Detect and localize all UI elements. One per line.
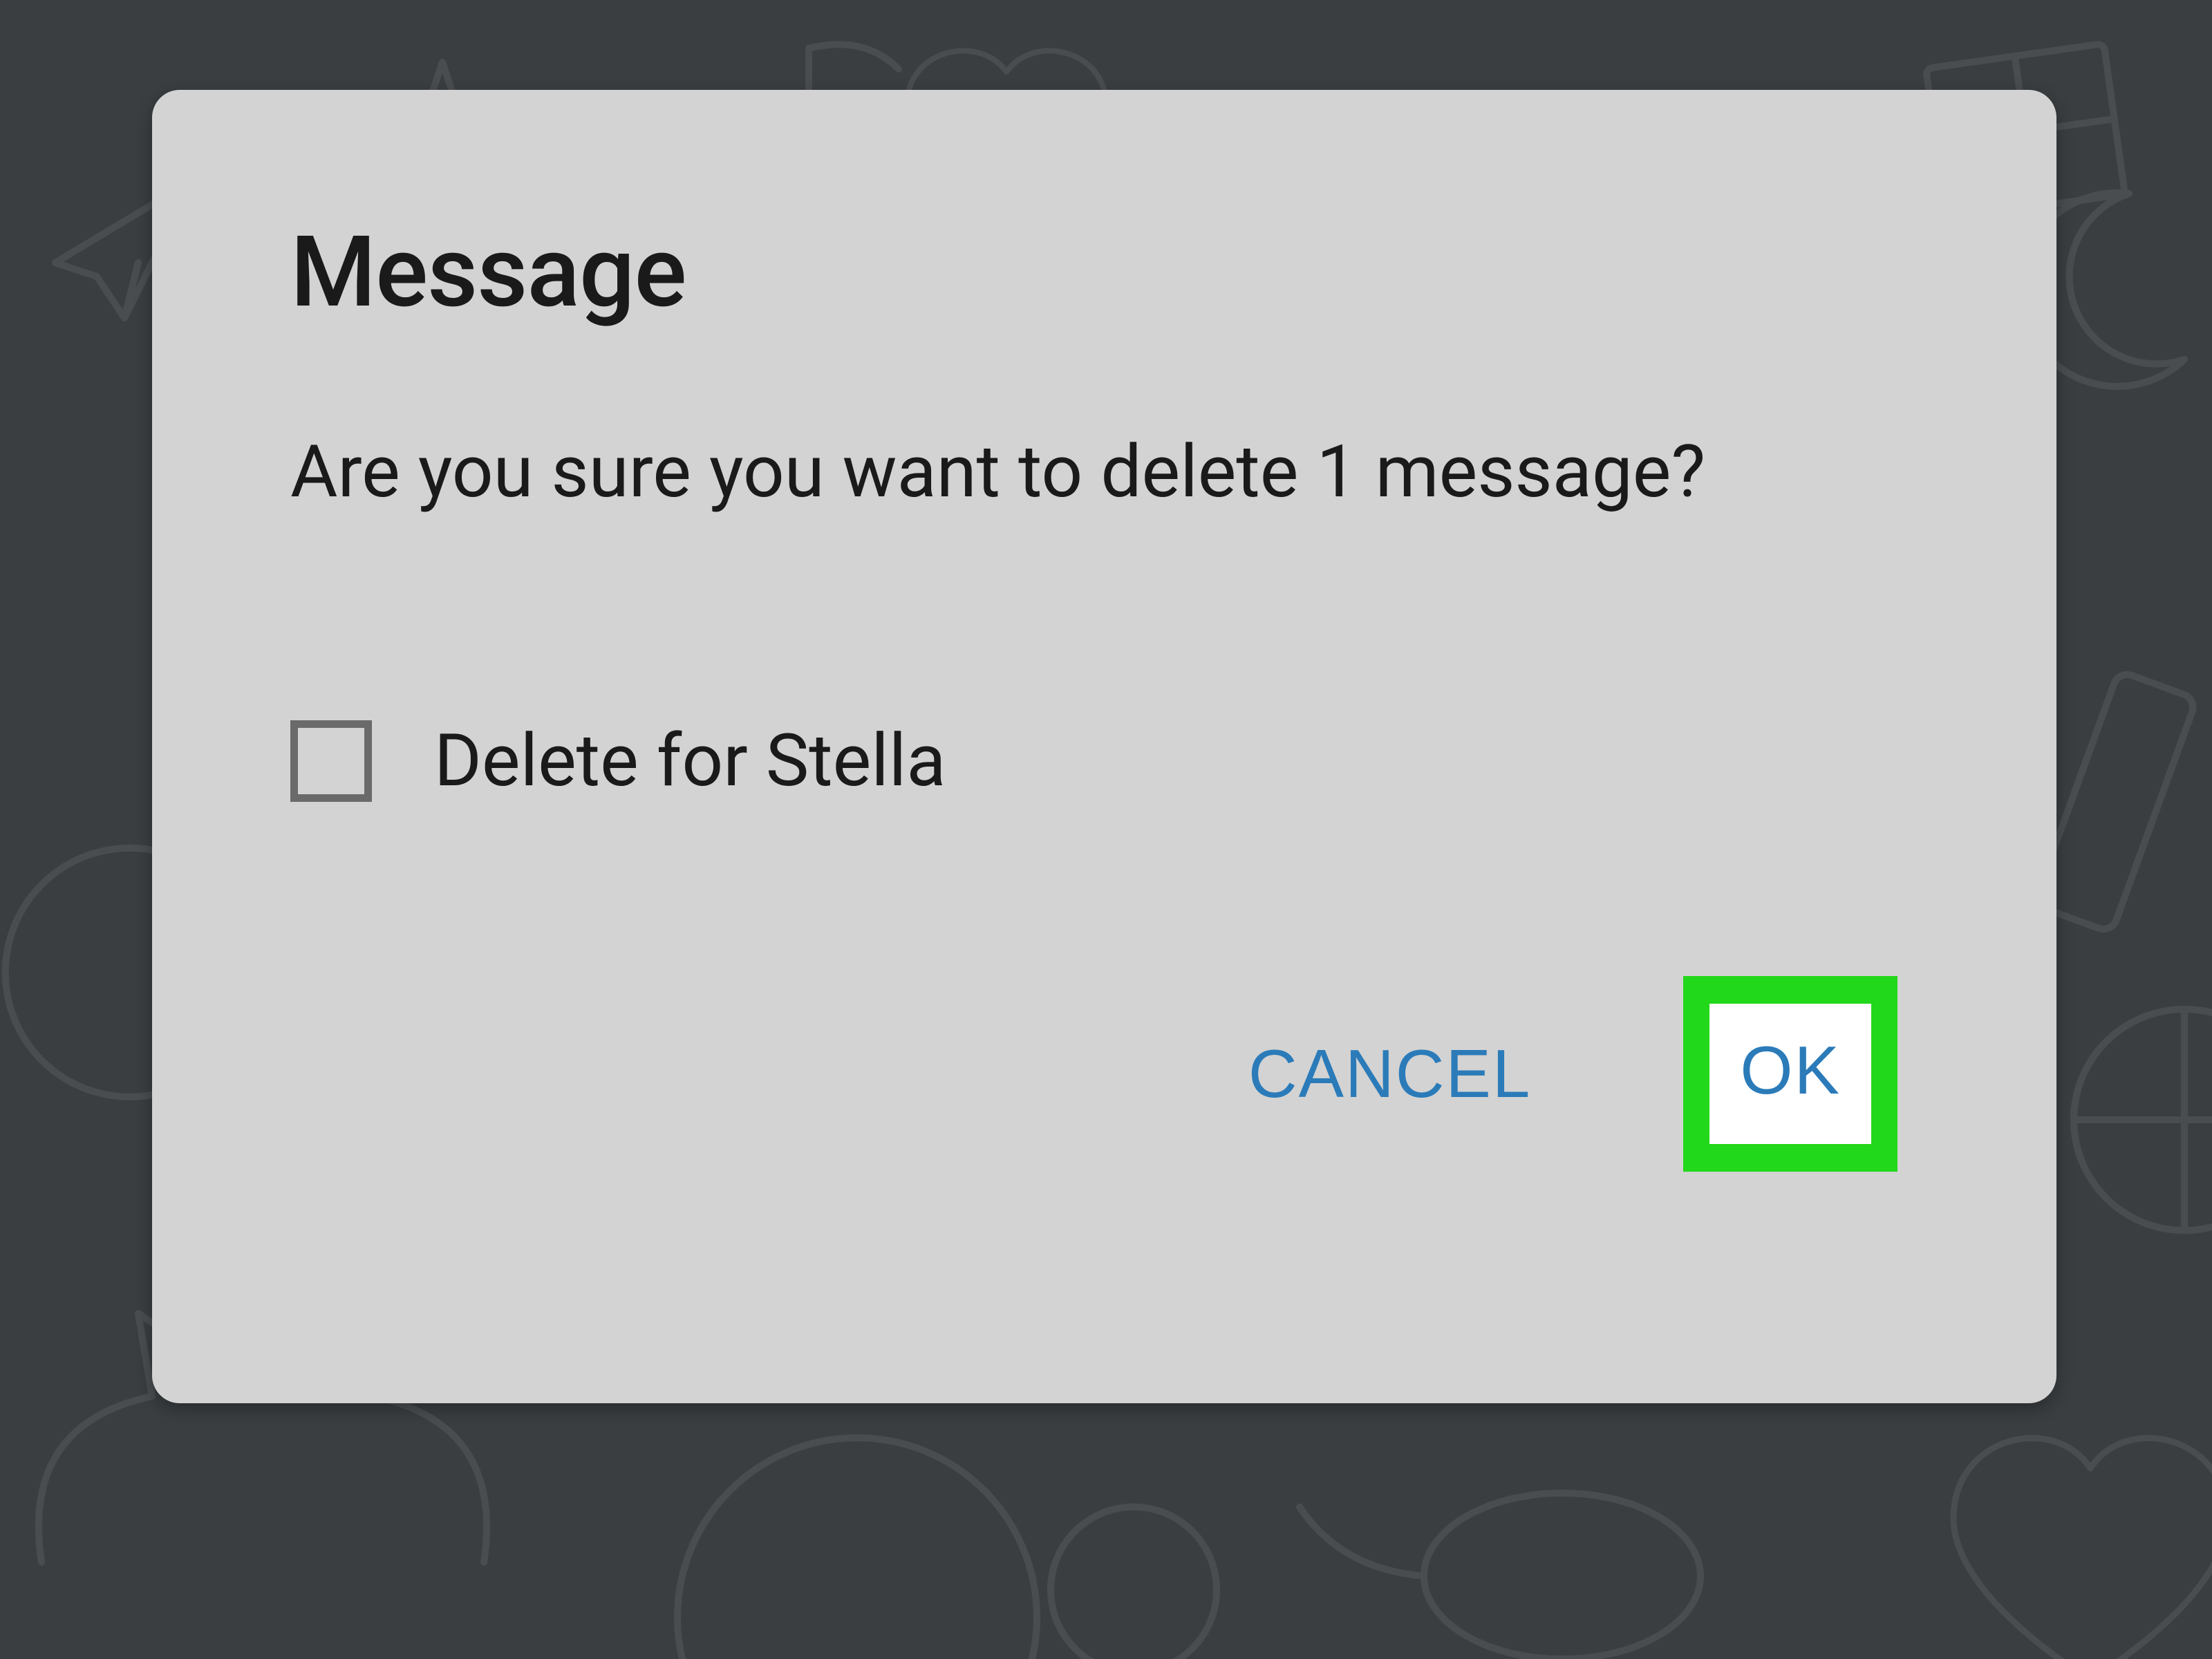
delete-for-contact-checkbox[interactable]: Delete for Stella bbox=[290, 718, 1918, 803]
dialog-button-row: CANCEL OK bbox=[290, 976, 1918, 1172]
ok-button[interactable]: OK bbox=[1740, 1031, 1841, 1109]
delete-message-dialog: Message Are you sure you want to delete … bbox=[152, 90, 2056, 1403]
cancel-button[interactable]: CANCEL bbox=[1248, 1035, 1532, 1113]
ok-button-inner: OK bbox=[1709, 1004, 1871, 1144]
dialog-body-text: Are you sure you want to delete 1 messag… bbox=[290, 420, 1918, 525]
checkbox-unchecked-icon bbox=[290, 720, 372, 802]
checkbox-label: Delete for Stella bbox=[434, 718, 946, 803]
dialog-title: Message bbox=[290, 214, 1918, 330]
ok-button-highlight: OK bbox=[1683, 976, 1897, 1172]
